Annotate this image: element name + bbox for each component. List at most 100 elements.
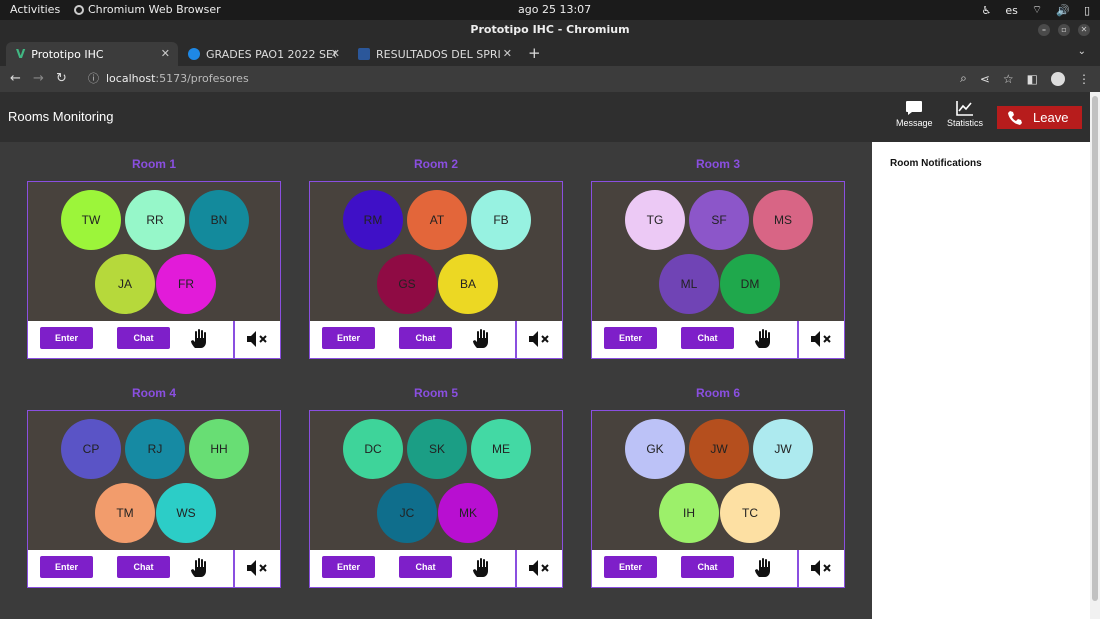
page-scrollbar[interactable] <box>1090 92 1100 619</box>
participant-avatar[interactable]: CP <box>61 419 121 479</box>
enter-button[interactable]: Enter <box>322 556 375 578</box>
participant-avatar[interactable]: TW <box>61 190 121 250</box>
participant-avatar[interactable]: BA <box>438 254 498 314</box>
tab-prototipo[interactable]: V Prototipo IHC ✕ <box>6 42 178 66</box>
tab-close-icon[interactable]: ✕ <box>503 47 512 60</box>
activities-button[interactable]: Activities <box>10 3 60 16</box>
room-card: TW RR BN JA FR Enter Chat <box>27 181 281 359</box>
tab-resultados[interactable]: RESULTADOS DEL SPRINT ✕ <box>348 42 520 66</box>
chat-button[interactable]: Chat <box>117 327 170 349</box>
scrollbar-thumb[interactable] <box>1092 96 1098 601</box>
statistics-button[interactable]: Statistics <box>947 100 983 128</box>
zoom-icon[interactable]: ⌕ <box>960 71 967 86</box>
chat-button[interactable]: Chat <box>117 556 170 578</box>
url-field[interactable]: ⓘ localhost:5173/profesores <box>80 68 1000 90</box>
room-participants: DC SK ME JC MK <box>310 411 562 549</box>
message-button[interactable]: Message <box>896 100 933 128</box>
statistics-label: Statistics <box>947 118 984 128</box>
participant-avatar[interactable]: JW <box>753 419 813 479</box>
mute-icon[interactable] <box>246 558 270 578</box>
chart-line-icon <box>956 101 973 116</box>
room-controls: Enter Chat <box>28 550 280 587</box>
chat-button[interactable]: Chat <box>399 327 452 349</box>
mute-icon[interactable] <box>246 329 270 349</box>
participant-avatar[interactable]: TC <box>720 483 780 543</box>
site-info-icon[interactable]: ⓘ <box>88 72 99 85</box>
new-tab-icon[interactable]: + <box>528 44 541 62</box>
raised-hand-icon[interactable] <box>752 556 776 580</box>
participant-avatar[interactable]: JW <box>689 419 749 479</box>
enter-button[interactable]: Enter <box>40 327 93 349</box>
participant-avatar[interactable]: SF <box>689 190 749 250</box>
participant-avatar[interactable]: SK <box>407 419 467 479</box>
tab-close-icon[interactable]: ✕ <box>331 47 340 60</box>
participant-avatar[interactable]: JC <box>377 483 437 543</box>
app-name: Chromium Web Browser <box>88 3 221 16</box>
forward-icon[interactable]: → <box>33 71 44 86</box>
participant-avatar[interactable]: GK <box>625 419 685 479</box>
participant-avatar[interactable]: MS <box>753 190 813 250</box>
participant-avatar[interactable]: TG <box>625 190 685 250</box>
enter-button[interactable]: Enter <box>604 327 657 349</box>
participant-avatar[interactable]: ML <box>659 254 719 314</box>
enter-button[interactable]: Enter <box>604 556 657 578</box>
participant-avatar[interactable]: AT <box>407 190 467 250</box>
mute-icon[interactable] <box>810 329 834 349</box>
language-indicator[interactable]: es <box>1005 4 1018 17</box>
accessibility-icon[interactable]: ♿ <box>982 4 992 17</box>
back-icon[interactable]: ← <box>10 71 21 86</box>
participant-avatar[interactable]: RR <box>125 190 185 250</box>
participant-avatar[interactable]: DC <box>343 419 403 479</box>
maximize-icon[interactable]: ▫ <box>1058 24 1070 36</box>
participant-avatar[interactable]: FR <box>156 254 216 314</box>
system-tray[interactable]: ♿ es ⌔ 🔊 ▯ <box>982 3 1090 17</box>
close-icon[interactable]: ✕ <box>1078 24 1090 36</box>
mute-icon[interactable] <box>528 329 552 349</box>
leave-button[interactable]: Leave <box>997 106 1082 129</box>
reload-icon[interactable]: ↻ <box>56 71 67 86</box>
participant-avatar[interactable]: MK <box>438 483 498 543</box>
room-card: GK JW JW IH TC Enter Chat <box>591 410 845 588</box>
participant-avatar[interactable]: BN <box>189 190 249 250</box>
mute-icon[interactable] <box>810 558 834 578</box>
app-menu[interactable]: Chromium Web Browser <box>74 3 221 16</box>
share-icon[interactable]: ⋖ <box>980 72 990 86</box>
clock[interactable]: ago 25 13:07 <box>518 3 591 16</box>
enter-button[interactable]: Enter <box>40 556 93 578</box>
participant-avatar[interactable]: ME <box>471 419 531 479</box>
onedrive-icon <box>188 48 200 60</box>
participant-avatar[interactable]: WS <box>156 483 216 543</box>
raised-hand-icon[interactable] <box>470 327 494 351</box>
participant-avatar[interactable]: IH <box>659 483 719 543</box>
participant-avatar[interactable]: DM <box>720 254 780 314</box>
wifi-icon: ⌔ <box>1031 3 1043 16</box>
raised-hand-icon[interactable] <box>752 327 776 351</box>
enter-button[interactable]: Enter <box>322 327 375 349</box>
participant-avatar[interactable]: RM <box>343 190 403 250</box>
mute-icon[interactable] <box>528 558 552 578</box>
room-title: Room 1 <box>131 157 176 171</box>
room-participants: TG SF MS ML DM <box>592 182 844 320</box>
raised-hand-icon[interactable] <box>188 556 212 580</box>
chat-button[interactable]: Chat <box>681 327 734 349</box>
tab-grades[interactable]: GRADES PAO1 2022 SECC ✕ <box>178 42 348 66</box>
participant-avatar[interactable]: HH <box>189 419 249 479</box>
minimize-icon[interactable]: – <box>1038 24 1050 36</box>
participant-avatar[interactable]: GS <box>377 254 437 314</box>
chat-button[interactable]: Chat <box>681 556 734 578</box>
room-participants: CP RJ HH TM WS <box>28 411 280 549</box>
chat-button[interactable]: Chat <box>399 556 452 578</box>
tab-close-icon[interactable]: ✕ <box>161 47 170 60</box>
browser-menu-icon[interactable]: ⋮ <box>1078 72 1090 86</box>
tab-search-icon[interactable]: ⌄ <box>1078 46 1086 57</box>
raised-hand-icon[interactable] <box>470 556 494 580</box>
participant-avatar[interactable]: TM <box>95 483 155 543</box>
participant-avatar[interactable]: FB <box>471 190 531 250</box>
bookmark-star-icon[interactable]: ☆ <box>1003 72 1014 86</box>
participant-avatar[interactable]: JA <box>95 254 155 314</box>
participant-avatar[interactable]: RJ <box>125 419 185 479</box>
raised-hand-icon[interactable] <box>188 327 212 351</box>
app-header: Rooms Monitoring Message Statistics Leav… <box>0 92 1090 142</box>
side-panel-icon[interactable]: ◧ <box>1027 72 1038 86</box>
profile-avatar-icon[interactable] <box>1051 71 1065 86</box>
